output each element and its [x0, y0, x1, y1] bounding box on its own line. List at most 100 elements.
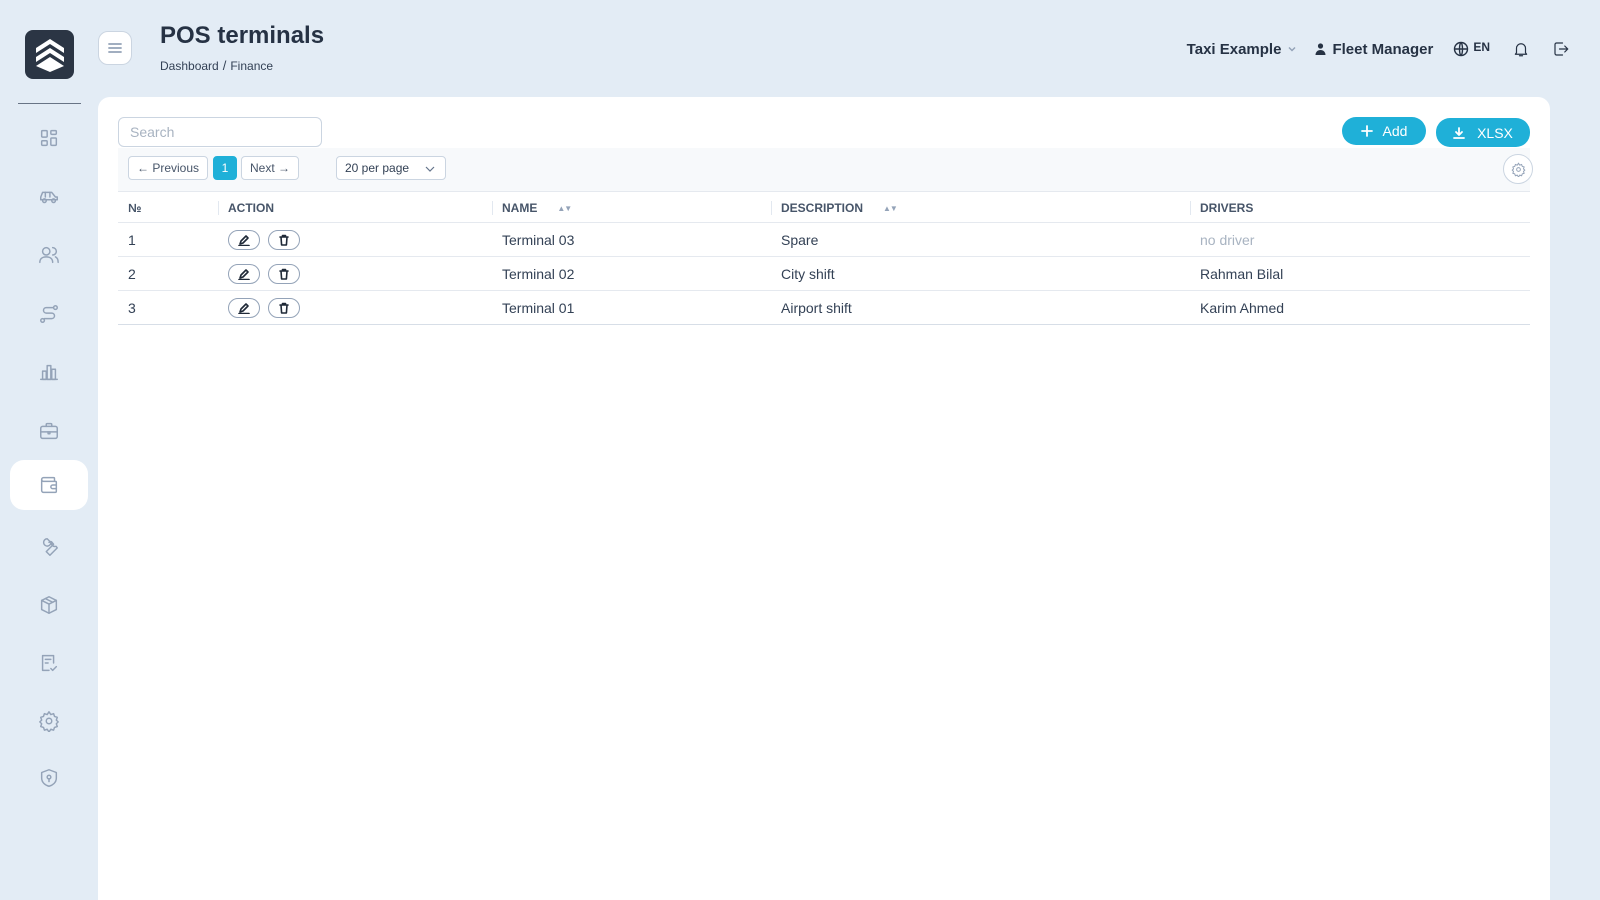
logo-icon [35, 38, 64, 72]
route-icon [40, 305, 58, 323]
user-icon [1315, 43, 1326, 55]
row-actions [228, 223, 308, 256]
bell-icon [1514, 43, 1528, 57]
next-page-button[interactable]: Next → [241, 156, 299, 180]
gear-icon [1511, 161, 1525, 177]
app-logo[interactable] [25, 30, 74, 79]
row-drivers: Karim Ahmed [1200, 299, 1285, 316]
delete-button[interactable] [268, 229, 300, 250]
row-number: 2 [128, 265, 136, 282]
column-header-description[interactable]: DESCRIPTION ▲▼ [771, 193, 898, 223]
language-code: EN [1473, 40, 1490, 54]
row-drivers: Rahman Bilal [1200, 265, 1284, 282]
user-menu[interactable]: Fleet Manager [1315, 41, 1433, 58]
box-icon [40, 596, 58, 614]
shield-icon [40, 769, 58, 787]
delete-button[interactable] [268, 263, 300, 284]
trash-icon [278, 302, 290, 314]
per-page-value: 20 per page [345, 161, 410, 175]
table-settings-button[interactable] [1503, 154, 1533, 184]
checklist-icon [41, 654, 58, 672]
breadcrumb: Dashboard / Finance [160, 58, 273, 73]
column-header-action: ACTION [218, 193, 274, 223]
row-actions [228, 257, 308, 290]
row-description: Airport shift [781, 299, 852, 316]
topbar: Taxi Example Fleet Manager EN [1187, 38, 1570, 60]
column-header-name[interactable]: NAME ▲▼ [492, 193, 572, 223]
chevron-down-icon [1288, 46, 1296, 52]
sidebar-item-security[interactable] [10, 753, 88, 803]
trash-icon [278, 234, 290, 246]
row-number: 3 [128, 299, 136, 316]
breadcrumb-separator: / [222, 58, 227, 73]
row-name: Terminal 02 [502, 265, 575, 282]
hamburger-icon [108, 43, 122, 53]
pencil-icon [238, 234, 250, 246]
add-button-label: Add [1382, 123, 1408, 139]
language-selector[interactable]: EN [1453, 40, 1490, 57]
trash-icon [278, 268, 290, 280]
terminals-table: № ACTION NAME ▲▼ DESCRIPTION ▲▼ DRIVERS 1 T… [118, 193, 1530, 325]
users-icon [39, 246, 59, 264]
main-card: Add XLSX ← Previous 1 Next → 20 per page… [98, 97, 1550, 900]
globe-icon [1454, 41, 1469, 57]
add-button[interactable]: Add [1342, 117, 1426, 145]
table-row: 1 Terminal 03 Spare no driver [118, 223, 1530, 257]
sidebar-item-tasks[interactable] [10, 638, 88, 688]
table-body: 1 Terminal 03 Spare no driver 2 Terminal 02 Ci… [118, 223, 1530, 325]
plus-icon [1360, 125, 1373, 137]
table-row: 3 Terminal 01 Airport shift Karim Ahmed [118, 291, 1530, 325]
briefcase-icon [40, 422, 58, 440]
page-title: POS terminals [160, 22, 325, 49]
row-name: Terminal 01 [502, 299, 575, 316]
sidebar-item-dashboard[interactable] [10, 113, 88, 163]
export-xlsx-button[interactable]: XLSX [1436, 118, 1530, 147]
page-number-button[interactable]: 1 [213, 156, 237, 180]
sidebar-item-inventory[interactable] [10, 580, 88, 630]
row-description: City shift [781, 265, 835, 282]
per-page-select[interactable]: 20 per page [336, 156, 446, 180]
user-name: Fleet Manager [1332, 40, 1434, 58]
edit-button[interactable] [228, 297, 260, 318]
breadcrumb-finance[interactable]: Finance [230, 59, 273, 73]
row-name: Terminal 03 [502, 231, 575, 248]
sidebar [0, 0, 98, 900]
edit-button[interactable] [228, 229, 260, 250]
export-button-label: XLSX [1477, 124, 1513, 141]
wallet-icon [40, 476, 58, 494]
notifications-button[interactable] [1512, 40, 1530, 58]
row-actions [228, 291, 308, 324]
sort-icon[interactable]: ▲▼ [557, 204, 572, 213]
sidebar-item-users[interactable] [10, 230, 88, 280]
breadcrumb-dashboard[interactable]: Dashboard [160, 59, 219, 73]
table-row: 2 Terminal 02 City shift Rahman Bilal [118, 257, 1530, 291]
logout-button[interactable] [1552, 40, 1570, 58]
column-header-number: № [128, 201, 142, 215]
column-header-drivers: DRIVERS [1190, 193, 1253, 223]
sidebar-item-finance[interactable] [10, 460, 88, 510]
gear-icon [39, 711, 59, 732]
sidebar-item-reports[interactable] [10, 347, 88, 397]
logout-icon [1554, 42, 1569, 56]
company-selector[interactable]: Taxi Example [1187, 41, 1298, 58]
sort-icon[interactable]: ▲▼ [883, 204, 898, 213]
wrench-icon [42, 538, 58, 556]
car-icon [40, 191, 58, 204]
company-name: Taxi Example [1186, 40, 1282, 58]
row-description: Spare [781, 231, 819, 248]
delete-button[interactable] [268, 297, 300, 318]
pencil-icon [238, 302, 250, 314]
table-toolbar: ← Previous 1 Next → 20 per page [118, 148, 1533, 192]
dashboard-icon [40, 129, 58, 147]
menu-toggle-button[interactable] [98, 31, 132, 65]
sidebar-item-maintenance[interactable] [10, 522, 88, 572]
download-icon [1453, 126, 1465, 139]
sidebar-item-vehicles[interactable] [10, 172, 88, 222]
sidebar-item-settings[interactable] [10, 696, 88, 746]
edit-button[interactable] [228, 263, 260, 284]
chart-icon [40, 364, 58, 381]
sidebar-item-business[interactable] [10, 406, 88, 456]
sidebar-item-routes[interactable] [10, 289, 88, 339]
previous-page-button[interactable]: ← Previous [128, 156, 208, 180]
search-input[interactable] [118, 117, 322, 147]
